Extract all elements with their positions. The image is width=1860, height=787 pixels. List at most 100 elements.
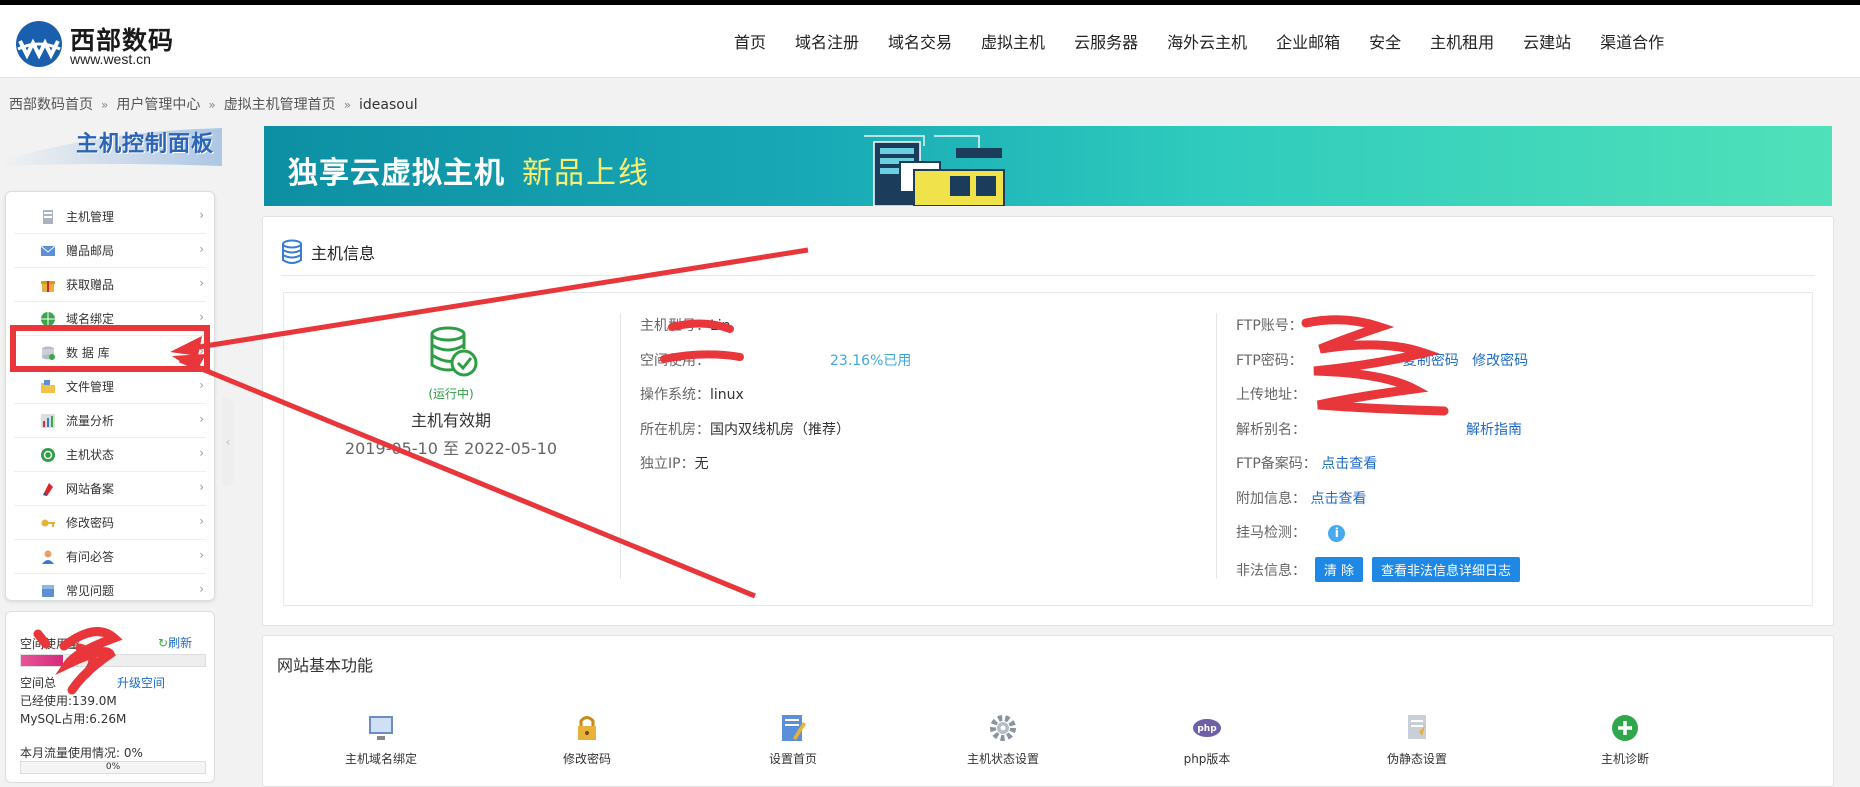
sidebar-item-filing[interactable]: 网站备案 › xyxy=(14,472,206,506)
traffic-usage-bar: 0% xyxy=(20,761,206,774)
nav-cloud-server[interactable]: 云服务器 xyxy=(1074,29,1138,59)
sidebar-item-domain-bind[interactable]: 域名绑定 › xyxy=(14,302,206,336)
sidebar-item-label: 主机管理 xyxy=(66,210,115,224)
sidebar-item-label: 数 据 库 xyxy=(66,346,110,360)
sidebar-item-host-manage[interactable]: 主机管理 › xyxy=(14,200,206,234)
breadcrumb: 西部数码首页 » 用户管理中心 » 虚拟主机管理首页 » ideasoul xyxy=(9,94,418,114)
mysql-usage-value: MySQL占用:6.26M xyxy=(20,712,127,726)
monitor-icon xyxy=(369,716,393,740)
feature-host-diagnosis[interactable]: 主机诊断 xyxy=(1555,712,1695,767)
nav-domain-trade[interactable]: 域名交易 xyxy=(888,29,952,59)
chevron-right-icon: › xyxy=(199,480,204,494)
divider xyxy=(281,275,1815,276)
basic-features-panel: 网站基本功能 主机域名绑定 修改密码 设置首页 主机状态设置 php php版本… xyxy=(262,635,1834,787)
redaction-scribble xyxy=(33,627,123,695)
sidebar-item-file-manage[interactable]: 文件管理 › xyxy=(14,370,206,404)
feature-set-homepage[interactable]: 设置首页 xyxy=(723,712,863,767)
sidebar-item-database[interactable]: 数 据 库 › xyxy=(14,336,206,370)
svg-text:php: php xyxy=(1197,724,1217,734)
sidebar-item-label: 修改密码 xyxy=(66,516,115,530)
gift-icon xyxy=(41,280,55,292)
server-icon xyxy=(43,209,53,224)
breadcrumb-vhost[interactable]: 虚拟主机管理首页 xyxy=(224,97,336,113)
logo-mark-icon xyxy=(16,21,62,67)
view-illegal-log-button[interactable]: 查看非法信息详细日志 xyxy=(1372,556,1521,582)
site-header: 西部数码 www.west.cn 首页 域名注册 域名交易 虚拟主机 云服务器 … xyxy=(0,5,1860,78)
features-title: 网站基本功能 xyxy=(277,656,374,675)
breadcrumb-sep-icon: » xyxy=(101,98,109,112)
status-icon xyxy=(41,447,55,462)
nav-home[interactable]: 首页 xyxy=(734,29,766,59)
nav-channel[interactable]: 渠道合作 xyxy=(1600,29,1664,59)
breadcrumb-current: ideasoul xyxy=(359,97,418,113)
chevron-right-icon: › xyxy=(199,582,204,596)
brand-domain: www.west.cn xyxy=(70,51,151,67)
chevron-right-icon: › xyxy=(199,446,204,460)
sidebar-item-label: 有问必答 xyxy=(66,550,115,564)
illegal-info-row: 非法信息： 清 除查看非法信息详细日志 xyxy=(1236,556,1529,592)
sidebar-title-text: 主机控制面板 xyxy=(76,132,215,157)
gear-icon xyxy=(990,715,1016,741)
redaction-scribble xyxy=(660,315,1449,416)
sidebar-item-get-gift[interactable]: 获取赠品 › xyxy=(14,268,206,302)
database-icon xyxy=(282,239,302,264)
chart-icon xyxy=(41,413,55,428)
chevron-right-icon: › xyxy=(199,548,204,562)
nav-domain-register[interactable]: 域名注册 xyxy=(795,29,859,59)
chevron-right-icon: › xyxy=(199,242,204,256)
nav-host-rental[interactable]: 主机租用 xyxy=(1430,29,1494,59)
traffic-usage-value: 本月流量使用情况: 0% xyxy=(20,746,143,760)
key-icon xyxy=(41,519,55,527)
sidebar-title: 主机控制面板 xyxy=(0,122,222,170)
feature-php-version[interactable]: php php版本 xyxy=(1137,712,1277,767)
extra-info-row: 附加信息： 点击查看 xyxy=(1236,490,1367,507)
sidebar-item-label: 获取赠品 xyxy=(66,278,115,292)
php-icon: php xyxy=(1193,719,1221,737)
sidebar-menu: 主机管理 › 赠品邮局 › 获取赠品 › 域名绑定 › 数 据 库 › 文件管理… xyxy=(5,191,215,601)
banner-subtitle: 新品上线 xyxy=(522,156,650,191)
feature-change-password[interactable]: 修改密码 xyxy=(517,712,657,767)
sidebar-item-label: 网站备案 xyxy=(66,482,115,496)
sidebar-item-qa[interactable]: 有问必答 › xyxy=(14,540,206,574)
breadcrumb-user-center[interactable]: 用户管理中心 xyxy=(116,97,200,113)
feature-rewrite-settings[interactable]: 伪静态设置 xyxy=(1347,712,1487,767)
logo[interactable]: 西部数码 www.west.cn xyxy=(14,17,204,67)
server-rack-illustration-icon xyxy=(864,135,1005,206)
chevron-right-icon: › xyxy=(199,344,204,358)
nav-enterprise-mail[interactable]: 企业邮箱 xyxy=(1276,29,1340,59)
chevron-right-icon: › xyxy=(199,412,204,426)
host-info-header: 主机信息 xyxy=(281,239,375,265)
sidebar-item-faq[interactable]: 常见问题 › xyxy=(14,574,206,607)
ftp-filing-link[interactable]: 点击查看 xyxy=(1321,456,1377,472)
nav-security[interactable]: 安全 xyxy=(1369,29,1401,59)
sidebar-item-label: 常见问题 xyxy=(66,584,115,598)
sidebar-collapse-handle[interactable]: ‹ xyxy=(222,398,234,486)
nav-cloud-site[interactable]: 云建站 xyxy=(1523,29,1571,59)
sidebar-item-label: 赠品邮局 xyxy=(66,244,115,258)
feature-host-status-settings[interactable]: 主机状态设置 xyxy=(933,712,1073,767)
sidebar-item-label: 流量分析 xyxy=(66,414,115,428)
extra-info-link[interactable]: 点击查看 xyxy=(1310,491,1366,507)
promo-banner[interactable]: 独享云虚拟主机 新品上线 xyxy=(264,126,1832,206)
breadcrumb-home[interactable]: 西部数码首页 xyxy=(9,97,93,113)
clear-button[interactable]: 清 除 xyxy=(1314,556,1364,582)
nav-overseas-cloud[interactable]: 海外云主机 xyxy=(1167,29,1247,59)
feature-domain-bind[interactable]: 主机域名绑定 xyxy=(311,712,451,767)
filing-icon xyxy=(43,482,53,496)
faq-icon xyxy=(42,584,54,597)
sidebar-item-gift-mail[interactable]: 赠品邮局 › xyxy=(14,234,206,268)
sidebar-item-traffic[interactable]: 流量分析 › xyxy=(14,404,206,438)
info-icon[interactable]: i xyxy=(1328,525,1346,542)
sidebar-item-label: 文件管理 xyxy=(66,380,115,394)
nav-virtual-host[interactable]: 虚拟主机 xyxy=(981,29,1045,59)
main-nav: 首页 域名注册 域名交易 虚拟主机 云服务器 海外云主机 企业邮箱 安全 主机租… xyxy=(734,29,1693,59)
plus-icon xyxy=(1612,715,1638,741)
user-help-icon xyxy=(42,550,54,564)
sidebar-item-change-password[interactable]: 修改密码 › xyxy=(14,506,206,540)
banner-title: 独享云虚拟主机 xyxy=(288,156,505,191)
sidebar-item-host-status[interactable]: 主机状态 › xyxy=(14,438,206,472)
folder-icon xyxy=(41,379,55,393)
document-icon xyxy=(1408,715,1426,739)
breadcrumb-sep-icon: » xyxy=(343,98,352,112)
breadcrumb-sep-icon: » xyxy=(208,98,216,112)
